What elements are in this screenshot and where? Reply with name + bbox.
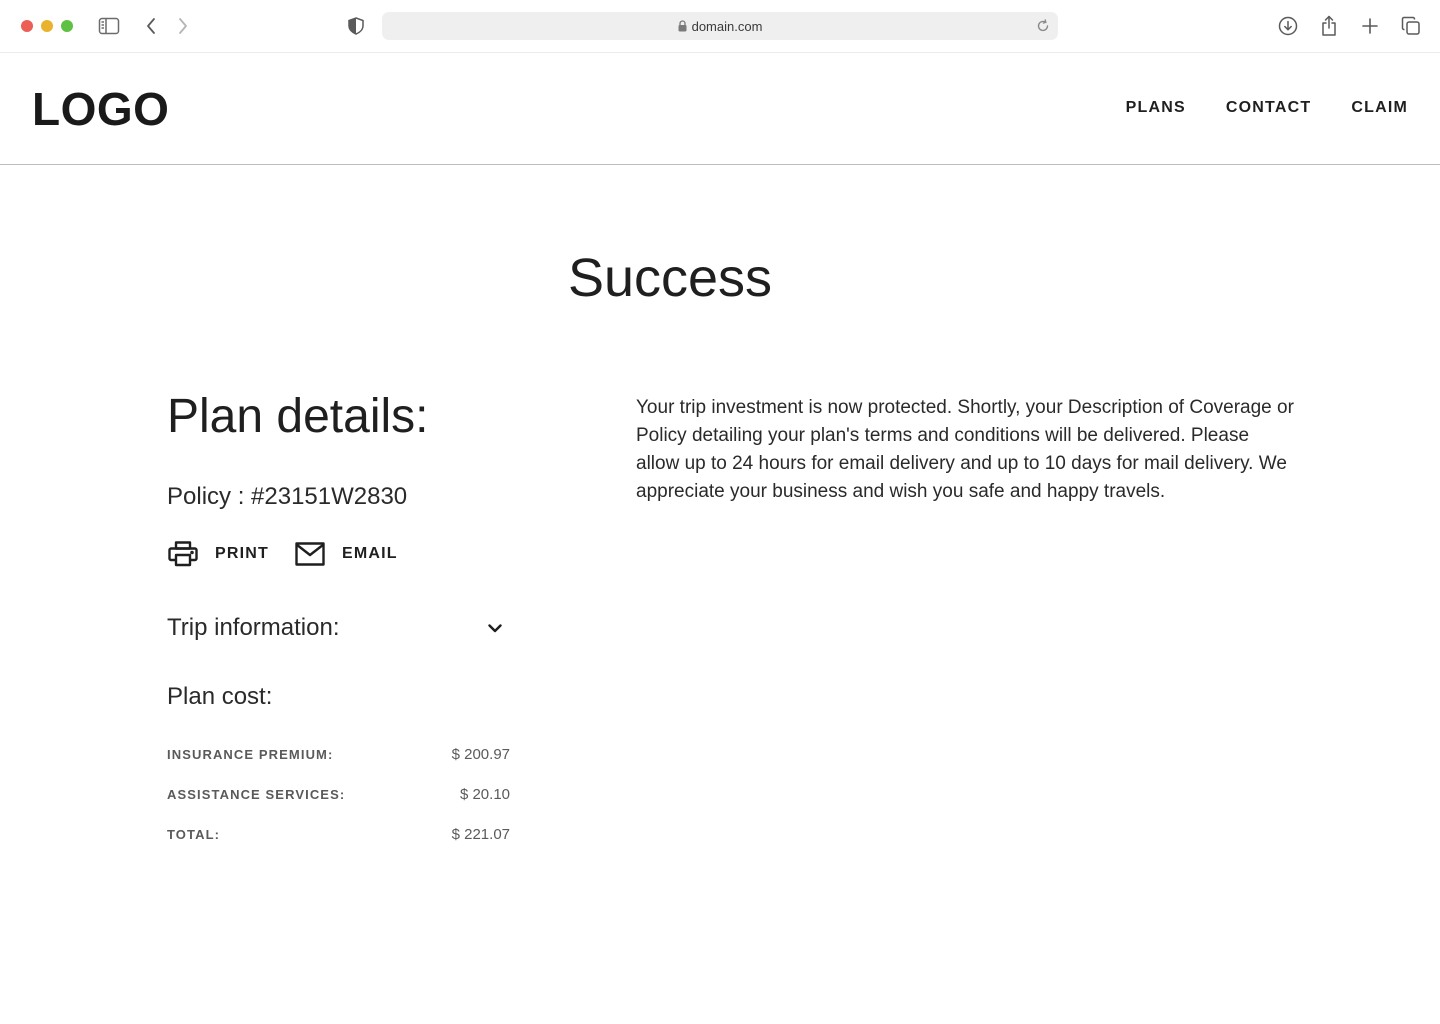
print-label: PRINT	[215, 545, 269, 562]
cost-value: $ 200.97	[451, 745, 510, 763]
cost-row-assistance-services: ASSISTANCE SERVICES: $ 20.10	[167, 774, 512, 814]
confirmation-message: Your trip investment is now protected. S…	[636, 397, 1294, 502]
tabs-icon[interactable]	[1399, 14, 1423, 38]
sidebar-icon[interactable]	[97, 14, 121, 38]
email-button[interactable]: EMAIL	[294, 540, 398, 568]
nav-plans[interactable]: PLANS	[1126, 97, 1186, 119]
close-window-button[interactable]	[21, 20, 33, 32]
trip-information-toggle[interactable]: Trip information:	[167, 612, 512, 644]
forward-icon[interactable]	[171, 14, 195, 38]
cost-row-total: TOTAL: $ 221.07	[167, 814, 512, 854]
cost-row-insurance-premium: INSURANCE PREMIUM: $ 200.97	[167, 734, 512, 774]
cost-label: ASSISTANCE SERVICES:	[167, 786, 346, 802]
page-title: Success	[567, 248, 773, 308]
policy-actions: PRINT EMAIL	[167, 540, 512, 568]
back-icon[interactable]	[139, 14, 163, 38]
reload-icon[interactable]	[1036, 19, 1050, 38]
chevron-down-icon[interactable]	[485, 618, 505, 638]
download-icon[interactable]	[1276, 14, 1300, 38]
new-tab-icon[interactable]	[1358, 14, 1382, 38]
mail-icon	[294, 540, 326, 568]
trip-information-label: Trip information:	[167, 614, 340, 641]
zoom-window-button[interactable]	[61, 20, 73, 32]
nav-contact[interactable]: CONTACT	[1226, 97, 1311, 119]
plan-cost-table: INSURANCE PREMIUM: $ 200.97 ASSISTANCE S…	[167, 734, 512, 854]
plan-cost-heading: Plan cost:	[167, 683, 273, 710]
site-header: LOGO PLANS CONTACT CLAIM	[0, 53, 1440, 165]
email-label: EMAIL	[342, 545, 398, 562]
plan-details-heading: Plan details:	[167, 390, 429, 443]
cost-label: TOTAL:	[167, 826, 221, 842]
share-icon[interactable]	[1317, 14, 1341, 38]
policy-number: Policy : #23151W2830	[167, 483, 408, 510]
print-button[interactable]: PRINT	[167, 540, 269, 568]
browser-toolbar: domain.com	[0, 0, 1440, 53]
cost-label: INSURANCE PREMIUM:	[167, 746, 334, 762]
address-bar-url: domain.com	[691, 18, 763, 34]
main-nav: PLANS CONTACT CLAIM	[1126, 97, 1408, 119]
nav-claim[interactable]: CLAIM	[1351, 97, 1408, 119]
address-bar[interactable]: domain.com	[382, 12, 1058, 40]
cost-value: $ 221.07	[451, 825, 510, 843]
logo[interactable]: LOGO	[32, 81, 169, 137]
shield-icon[interactable]	[344, 14, 368, 38]
printer-icon	[167, 540, 199, 568]
lock-icon	[678, 20, 687, 32]
plan-details-panel: Plan details: Policy : #23151W2830 PRINT	[167, 388, 512, 854]
minimize-window-button[interactable]	[41, 20, 53, 32]
cost-value: $ 20.10	[459, 785, 510, 803]
